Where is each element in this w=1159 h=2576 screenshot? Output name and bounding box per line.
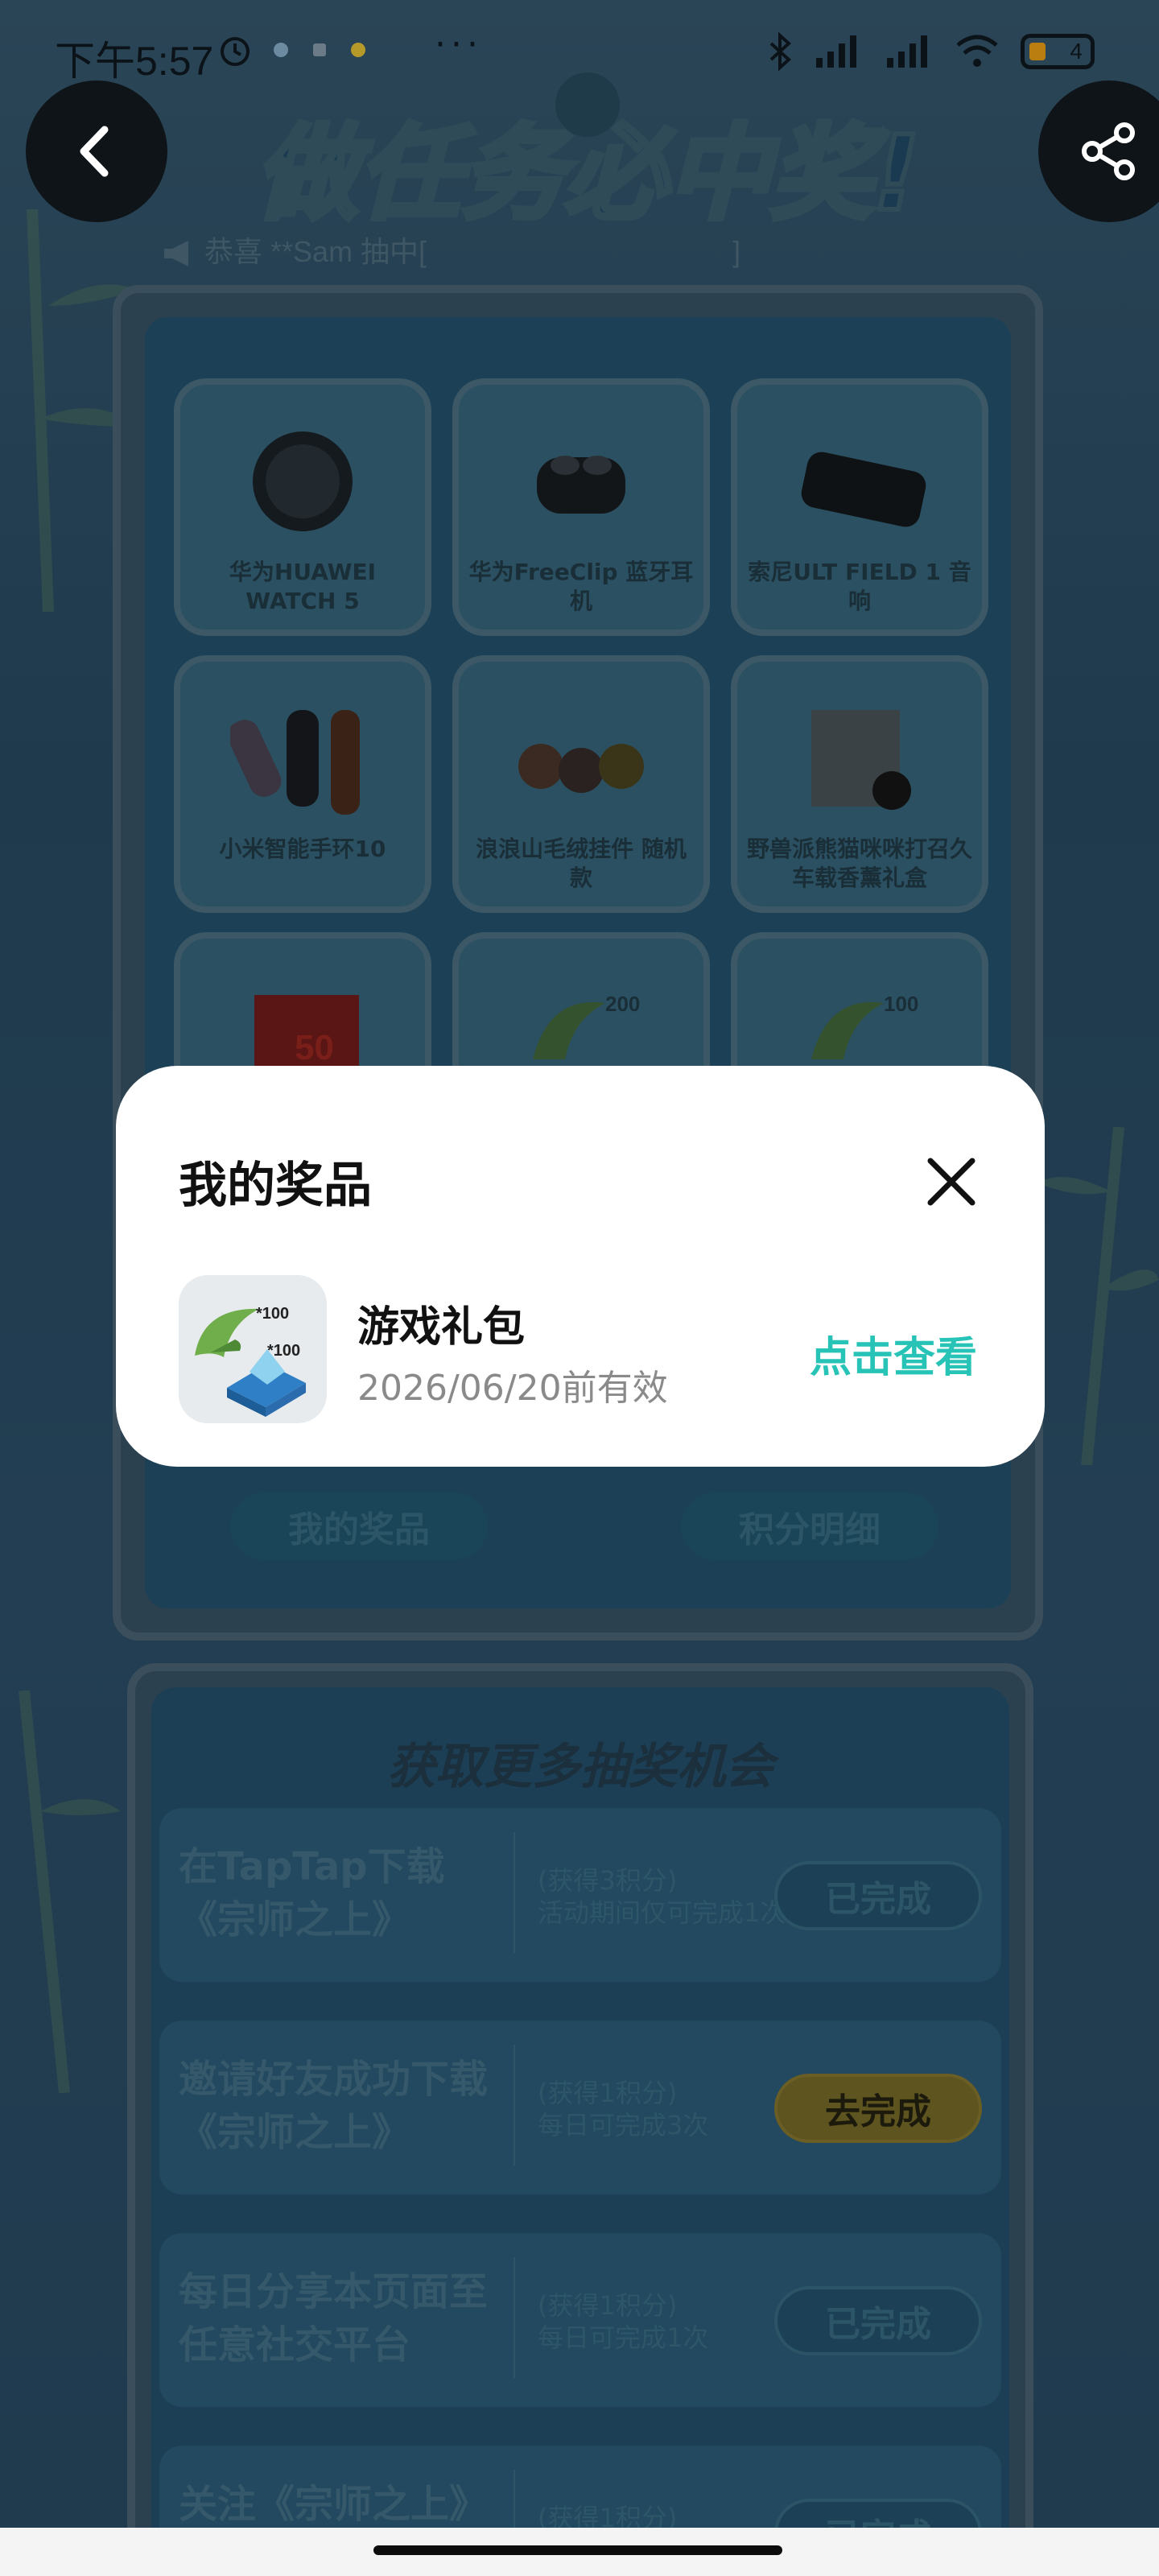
game-gift-image: *100 *100 [195,1305,306,1417]
my-prizes-dialog: 我的奖品 *100 *100 游戏礼包 2026/06/20前有效 点击查看 [116,1066,1045,1467]
reward-valid-date: 2026/06/20前有效 [357,1368,668,1409]
close-icon[interactable] [921,1151,982,1212]
badge-bottom: *100 [267,1342,300,1360]
view-details-link[interactable]: 点击查看 [810,1323,977,1384]
badge-top: *100 [256,1305,289,1323]
reward-thumbnail: *100 *100 [179,1275,327,1423]
dialog-title: 我的奖品 [179,1158,372,1214]
reward-name: 游戏礼包 [357,1303,526,1352]
